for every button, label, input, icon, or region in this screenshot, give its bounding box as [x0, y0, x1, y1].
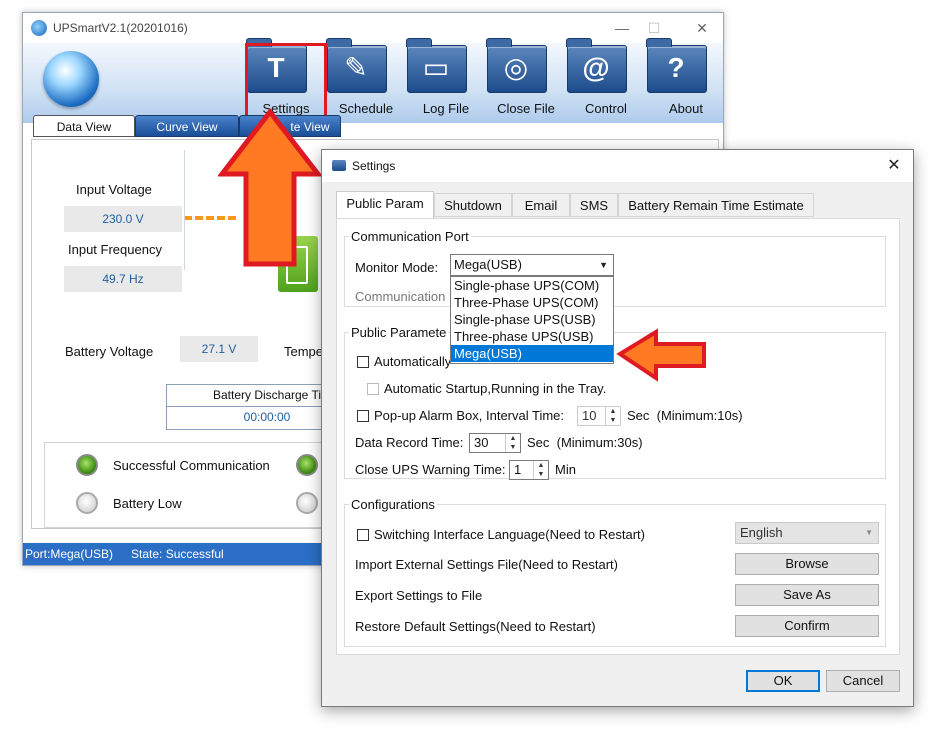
- tab-email[interactable]: Email: [512, 193, 570, 217]
- tab-data-view[interactable]: Data View: [33, 115, 135, 137]
- input-voltage-value: 230.0 V: [64, 206, 182, 232]
- browse-button[interactable]: Browse: [735, 553, 879, 575]
- public-parameters-group: Public Paramete: [344, 325, 886, 479]
- option-single-phase-com[interactable]: Single-phase UPS(COM): [451, 277, 613, 294]
- popup-interval-stepper[interactable]: 10 ▲ ▼: [577, 406, 621, 426]
- settings-title-icon: [332, 160, 346, 171]
- configurations-legend: Configurations: [351, 497, 435, 512]
- option-three-phase-com[interactable]: Three-Phase UPS(COM): [451, 294, 613, 311]
- status-state: State: Successful: [131, 547, 224, 561]
- tab-sms[interactable]: SMS: [570, 193, 618, 217]
- main-title-bar: UPSmartV2.1(20201016) — ☐ ✕: [23, 13, 723, 43]
- auto-start-label: Automatically: [374, 354, 452, 369]
- settings-title-bar: Settings ✕: [322, 150, 913, 182]
- maximize-button[interactable]: ☐: [639, 17, 669, 39]
- data-record-label: Data Record Time:: [355, 435, 464, 450]
- settings-dialog: Settings ✕ Public Param Shutdown Email S…: [321, 149, 914, 707]
- battery-voltage-value: 27.1 V: [180, 336, 258, 362]
- main-window-title: UPSmartV2.1(20201016): [53, 21, 188, 35]
- second-status-led: [296, 454, 318, 476]
- communication-port-legend: Communication Port: [351, 229, 469, 244]
- orange-up-arrow: [218, 108, 322, 267]
- public-param-panel: Communication Port Monitor Mode: Communi…: [336, 218, 900, 655]
- monitor-mode-dropdown: Single-phase UPS(COM) Three-Phase UPS(CO…: [450, 276, 614, 364]
- popup-interval-suffix: Sec (Minimum:10s): [627, 408, 743, 423]
- export-settings-label: Export Settings to File: [355, 588, 483, 603]
- tab-battery-remain-time[interactable]: Battery Remain Time Estimate: [618, 193, 814, 217]
- restore-defaults-label: Restore Default Settings(Need to Restart…: [355, 619, 596, 634]
- battery-low-label: Battery Low: [113, 496, 182, 511]
- app-logo-icon: [43, 51, 99, 107]
- input-voltage-label: Input Voltage: [76, 182, 152, 197]
- startup-tray-label: Automatic Startup,Running in the Tray.: [384, 381, 607, 396]
- close-file-button[interactable]: ◎ Close File: [487, 45, 565, 121]
- control-button[interactable]: @ Control: [567, 45, 645, 121]
- chevron-down-icon: ▼: [599, 260, 608, 270]
- close-warning-stepper[interactable]: 1 ▲ ▼: [509, 460, 549, 480]
- close-warning-suffix: Min: [555, 462, 576, 477]
- minimize-button[interactable]: —: [607, 17, 637, 39]
- confirm-button[interactable]: Confirm: [735, 615, 879, 637]
- temperature-label: Tempe: [284, 344, 324, 359]
- data-record-suffix: Sec (Minimum:30s): [527, 435, 643, 450]
- battery-discharge-box: Battery Discharge Ti 00:00:00: [166, 384, 367, 430]
- settings-close-button[interactable]: ✕: [882, 156, 906, 176]
- toolbar-banner: T Settings ✎ Schedule ▭ Log File ◎ Close…: [23, 43, 723, 123]
- option-mega-usb[interactable]: Mega(USB): [451, 345, 613, 362]
- stepper-arrows-icon[interactable]: ▲ ▼: [605, 407, 620, 425]
- settings-title: Settings: [352, 159, 396, 173]
- popup-alarm-checkbox[interactable]: [357, 410, 369, 422]
- language-select[interactable]: English ▼: [735, 522, 879, 544]
- question-icon: ?: [647, 45, 707, 93]
- option-single-phase-usb[interactable]: Single-phase UPS(USB): [451, 311, 613, 328]
- switch-language-label: Switching Interface Language(Need to Res…: [374, 527, 645, 542]
- successful-communication-label: Successful Communication: [113, 458, 270, 473]
- monitor-mode-label: Monitor Mode:: [355, 260, 439, 275]
- app-logo-small-icon: [31, 20, 47, 36]
- auto-start-checkbox[interactable]: [357, 356, 369, 368]
- data-record-stepper[interactable]: 30 ▲ ▼: [469, 433, 521, 453]
- tab-shutdown[interactable]: Shutdown: [434, 193, 512, 217]
- fourth-status-led: [296, 492, 318, 514]
- input-frequency-value: 49.7 Hz: [64, 266, 182, 292]
- input-frequency-label: Input Frequency: [68, 242, 162, 257]
- switch-language-checkbox[interactable]: [357, 529, 369, 541]
- status-port: Port:Mega(USB): [25, 547, 114, 561]
- orange-left-arrow: [616, 328, 706, 382]
- save-as-button[interactable]: Save As: [735, 584, 879, 606]
- schedule-button[interactable]: ✎ Schedule: [327, 45, 405, 121]
- monitor-mode-select[interactable]: Mega(USB) ▼: [450, 254, 614, 276]
- close-window-button[interactable]: ✕: [687, 17, 717, 39]
- close-file-icon: ◎: [487, 45, 547, 93]
- log-file-button[interactable]: ▭ Log File: [407, 45, 485, 121]
- public-parameters-legend: Public Paramete: [351, 325, 447, 340]
- comm-status-led: [76, 454, 98, 476]
- tab-public-param[interactable]: Public Param: [336, 191, 434, 219]
- stepper-arrows-icon[interactable]: ▲ ▼: [533, 461, 548, 479]
- option-three-phase-usb[interactable]: Three-phase UPS(USB): [451, 328, 613, 345]
- at-icon: @: [567, 45, 627, 93]
- stepper-arrows-icon[interactable]: ▲ ▼: [505, 434, 520, 452]
- battery-low-led: [76, 492, 98, 514]
- startup-tray-checkbox[interactable]: [367, 383, 379, 395]
- schedule-icon: ✎: [327, 45, 387, 93]
- close-warning-label: Close UPS Warning Time:: [355, 462, 506, 477]
- log-file-icon: ▭: [407, 45, 467, 93]
- battery-voltage-label: Battery Voltage: [65, 344, 154, 359]
- chevron-down-icon: ▼: [865, 528, 873, 537]
- communication-label: Communication: [355, 289, 446, 304]
- about-button[interactable]: ? About: [647, 45, 725, 121]
- popup-alarm-label: Pop-up Alarm Box, Interval Time:: [374, 408, 565, 423]
- ok-button[interactable]: OK: [746, 670, 820, 692]
- cancel-button[interactable]: Cancel: [826, 670, 900, 692]
- import-settings-label: Import External Settings File(Need to Re…: [355, 557, 618, 572]
